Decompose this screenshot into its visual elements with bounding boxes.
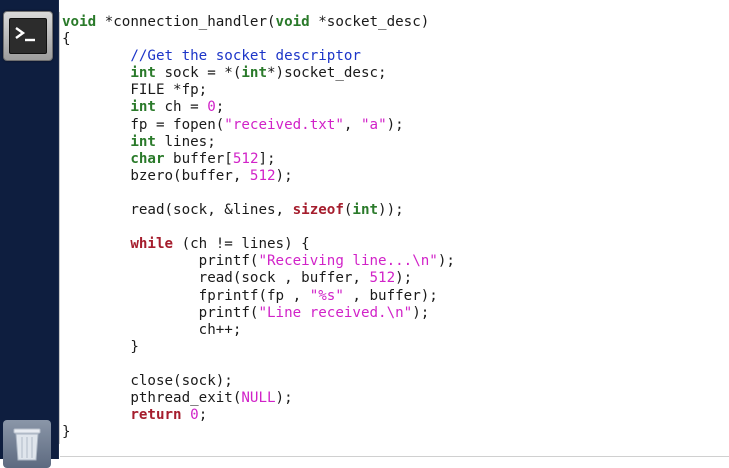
code-token-type: int: [241, 65, 268, 82]
code-token-string: "a": [360, 116, 387, 133]
code-line: char buffer[512];: [62, 151, 455, 168]
code-token-string: "Line received.\n": [258, 304, 413, 321]
code-token-number: 512: [249, 167, 276, 184]
code-token-comment: //Get the socket descriptor: [130, 48, 361, 65]
code-token-text: );: [275, 167, 293, 184]
code-token-text: fprintf(fp ,: [62, 287, 310, 304]
launcher-bar: [0, 0, 59, 468]
editor-gutter-divider: [59, 12, 60, 444]
code-token-text: (ch != lines) {: [173, 236, 310, 253]
code-token-text: ];: [258, 150, 276, 167]
code-token-number: 512: [232, 150, 259, 167]
code-line: int lines;: [62, 134, 455, 151]
code-token-text: printf(: [62, 304, 259, 321]
code-token-text: pthread_exit(: [62, 390, 242, 407]
code-token-number: 0: [207, 99, 216, 116]
code-token-text: ch++;: [62, 321, 242, 338]
code-line: void *connection_handler(void *socket_de…: [62, 14, 455, 31]
code-token-text: }: [62, 338, 139, 355]
code-token-type: int: [130, 133, 156, 150]
code-line: }: [62, 424, 455, 441]
code-line: while (ch != lines) {: [62, 236, 455, 253]
code-token-text: buffer[: [164, 150, 233, 167]
terminal-icon: [9, 18, 47, 54]
code-token-text: FILE *fp;: [62, 82, 208, 99]
code-token-text: {: [62, 31, 71, 48]
code-line: printf("Receiving line...\n");: [62, 253, 455, 270]
code-token-type: int: [352, 202, 379, 219]
code-token-text: ,: [343, 116, 361, 133]
code-line: {: [62, 31, 455, 48]
code-token-text: );: [275, 390, 293, 407]
editor-bottom-edge: [60, 456, 729, 457]
code-line: //Get the socket descriptor: [62, 48, 455, 65]
code-line: int ch = 0;: [62, 99, 455, 116]
code-line: fp = fopen("received.txt", "a");: [62, 117, 455, 134]
code-token-text: bzero(buffer,: [62, 167, 250, 184]
code-line: read(sock , buffer, 512);: [62, 270, 455, 287]
code-token-number: 512: [369, 270, 396, 287]
code-token-text: );: [437, 253, 455, 270]
code-token-type: char: [130, 150, 165, 167]
code-token-keyword: sizeof: [292, 202, 344, 219]
code-token-text: *socket_desc): [309, 14, 430, 30]
code-token-text: );: [412, 304, 430, 321]
code-token-type: int: [130, 99, 156, 116]
code-token-type: int: [130, 65, 156, 82]
code-line: fprintf(fp , "%s" , buffer);: [62, 288, 455, 305]
code-token-number: NULL: [241, 390, 276, 407]
code-token-text: read(sock, &lines,: [62, 202, 293, 219]
code-token-string: "received.txt": [224, 116, 344, 133]
code-token-text: sock = *(: [155, 65, 242, 82]
code-token-text: ch =: [155, 99, 208, 116]
code-line: return 0;: [62, 407, 455, 424]
code-token-text: ;: [215, 99, 225, 116]
code-token-keyword: while: [130, 236, 174, 253]
code-line: int sock = *(int*)socket_desc;: [62, 65, 455, 82]
code-token-text: fp = fopen(: [62, 116, 225, 133]
code-line: ch++;: [62, 322, 455, 339]
code-line: }: [62, 339, 455, 356]
code-token-number: 0: [190, 407, 199, 424]
code-token-text: );: [395, 270, 413, 287]
code-token-string: "Receiving line...\n": [258, 253, 438, 270]
code-token-string: "%s": [309, 287, 344, 304]
terminal-launcher-button[interactable]: [3, 11, 53, 61]
code-line: read(sock, &lines, sizeof(int));: [62, 202, 455, 219]
code-token-text: *connection_handler(: [96, 14, 276, 30]
code-token-keyword: return: [130, 407, 182, 424]
code-token-text: ));: [378, 202, 404, 219]
trash-launcher-button[interactable]: [3, 420, 51, 468]
trash-icon: [13, 428, 41, 461]
code-line: pthread_exit(NULL);: [62, 390, 455, 407]
code-line: printf("Line received.\n");: [62, 305, 455, 322]
code-token-text: *)socket_desc;: [267, 65, 387, 82]
code-token-text: lines;: [155, 133, 216, 150]
code-token-text: );: [386, 116, 404, 133]
code-token-text: printf(: [62, 253, 259, 270]
code-line: FILE *fp;: [62, 82, 455, 99]
code-token-text: close(sock);: [62, 372, 233, 389]
code-token-text: ;: [198, 407, 208, 424]
code-line: bzero(buffer, 512);: [62, 168, 455, 185]
code-token-text: read(sock , buffer,: [62, 270, 370, 287]
code-token-text: , buffer);: [343, 287, 438, 304]
code-line: close(sock);: [62, 373, 455, 390]
code-token-type: void: [62, 14, 97, 30]
source-code[interactable]: void *connection_handler(void *socket_de…: [62, 14, 455, 441]
code-token-type: void: [275, 14, 310, 30]
code-token-text: }: [62, 424, 71, 441]
